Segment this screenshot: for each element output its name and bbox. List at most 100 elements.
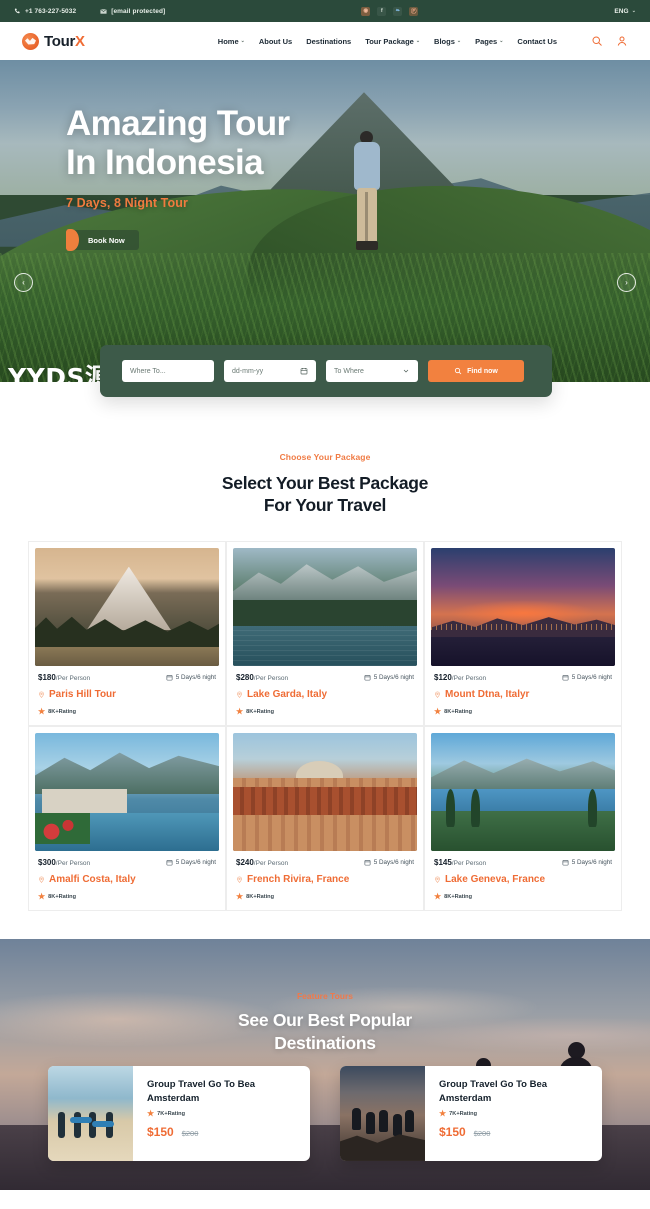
- header-actions: [591, 35, 628, 47]
- nav-item-pages[interactable]: Pages ⌄: [475, 37, 503, 46]
- pinterest-icon[interactable]: Ⓟ: [409, 6, 419, 16]
- nav-label: Tour Package: [365, 36, 414, 46]
- package-card[interactable]: $300/Per Person 5 Days/6 night Amalfi Co…: [28, 725, 226, 911]
- package-title[interactable]: Amalfi Costa, Italy: [38, 874, 216, 885]
- logo-text: TourX: [44, 32, 85, 50]
- star-icon: ★: [439, 1109, 447, 1119]
- language-selector[interactable]: ENG ⌄: [614, 8, 636, 15]
- packages-title: Select Your Best Package For Your Travel: [0, 472, 650, 517]
- nav-label: Pages: [475, 36, 498, 46]
- package-rating-label: 8K+Rating: [48, 893, 76, 900]
- package-card[interactable]: $280/Per Person 5 Days/6 night Lake Gard…: [226, 540, 424, 726]
- book-now-accent: [66, 229, 79, 252]
- package-price-unit: /Per Person: [451, 859, 487, 867]
- chevron-down-icon: [403, 369, 409, 373]
- package-price: $180/Per Person: [38, 672, 91, 682]
- package-rating-label: 8K+Rating: [444, 893, 472, 900]
- package-duration-label: 5 Days/6 night: [175, 673, 216, 681]
- book-now-button[interactable]: Book Now: [66, 229, 139, 252]
- nav-item-tour-package[interactable]: Tour Package ⌄: [365, 37, 420, 46]
- tour-search-form: Where To... dd-mm-yy To Where Find now: [100, 345, 552, 397]
- twitter-icon[interactable]: ❧: [393, 6, 403, 16]
- user-icon[interactable]: [616, 35, 628, 47]
- instagram-icon[interactable]: ◉: [361, 6, 371, 16]
- package-card[interactable]: $120/Per Person 5 Days/6 night Mount Dtn…: [424, 540, 622, 726]
- map-pin-icon: [39, 876, 44, 883]
- book-now-label: Book Now: [88, 235, 125, 245]
- feature-card-title-line1: Group Travel Go To Bea: [439, 1078, 548, 1090]
- nav-item-about-us[interactable]: About Us: [259, 37, 292, 46]
- map-pin-icon: [237, 691, 242, 698]
- calendar-icon: [562, 859, 569, 866]
- star-icon: ★: [434, 891, 442, 901]
- phone-icon: [14, 7, 20, 13]
- package-duration: 5 Days/6 night: [166, 859, 216, 866]
- feature-title-line2: Destinations: [274, 1032, 376, 1053]
- nav-item-home[interactable]: Home ⌄: [218, 37, 245, 46]
- logo[interactable]: TourX: [22, 32, 85, 50]
- nav-item-blogs[interactable]: Blogs ⌄: [434, 37, 461, 46]
- search-date-field[interactable]: dd-mm-yy: [224, 360, 316, 382]
- package-card[interactable]: $180/Per Person 5 Days/6 night Paris Hil…: [28, 540, 226, 726]
- facebook-icon[interactable]: f: [377, 6, 387, 16]
- feature-cards: Group Travel Go To Bea Amsterdam ★ 7K+Ra…: [0, 1065, 650, 1161]
- package-title[interactable]: Lake Garda, Italy: [236, 689, 414, 700]
- package-image: [35, 547, 219, 666]
- slider-next-arrow[interactable]: ›: [617, 273, 636, 292]
- package-duration-label: 5 Days/6 night: [175, 858, 216, 866]
- package-name: Lake Garda, Italy: [247, 688, 328, 700]
- star-icon: ★: [147, 1109, 155, 1119]
- package-rating: ★ 8K+Rating: [38, 892, 216, 901]
- contact-email[interactable]: [email protected]: [100, 8, 165, 15]
- logo-accent: X: [75, 32, 85, 50]
- feature-header: Feature Tours See Our Best Popular Desti…: [0, 939, 650, 1055]
- package-card[interactable]: $240/Per Person 5 Days/6 night French Ri…: [226, 725, 424, 911]
- search-to-where-select[interactable]: To Where: [326, 360, 418, 382]
- search-date-placeholder: dd-mm-yy: [232, 367, 264, 375]
- slider-prev-arrow[interactable]: ‹: [14, 273, 33, 292]
- feature-card-price: $150 $200: [439, 1125, 590, 1139]
- chevron-down-icon: ⌄: [456, 37, 462, 44]
- find-now-button[interactable]: Find now: [428, 360, 524, 382]
- package-rating: ★ 8K+Rating: [434, 891, 612, 901]
- package-price-unit: /Per Person: [55, 674, 91, 682]
- feature-card-title-line1: Group Travel Go To Bea: [147, 1078, 256, 1090]
- nav-label: Contact Us: [517, 36, 557, 46]
- search-to-where-placeholder: To Where: [334, 367, 364, 375]
- hero-subtitle: 7 Days, 8 Night Tour: [66, 196, 188, 211]
- calendar-icon: [166, 674, 173, 681]
- feature-card-title: Group Travel Go To Bea Amsterdam: [439, 1078, 590, 1106]
- language-label: ENG: [614, 7, 629, 15]
- social-links: ◉ f ❧ Ⓟ: [361, 6, 419, 16]
- feature-title-line1: See Our Best Popular: [238, 1009, 412, 1030]
- nav-item-contact-us[interactable]: Contact Us: [517, 37, 557, 46]
- package-price: $280/Per Person: [236, 672, 289, 682]
- feature-card-price-new: $150: [147, 1125, 174, 1140]
- star-icon: ★: [434, 706, 442, 716]
- feature-card-price-old: $200: [473, 1129, 491, 1139]
- feature-card-price: $150 $200: [147, 1125, 298, 1139]
- map-pin-icon: [435, 876, 440, 883]
- feature-card[interactable]: Group Travel Go To Bea Amsterdam ★ 7K+Ra…: [48, 1065, 310, 1161]
- package-title[interactable]: Paris Hill Tour: [38, 689, 216, 700]
- nav-item-destinations[interactable]: Destinations: [306, 37, 351, 46]
- package-duration: 5 Days/6 night: [562, 674, 612, 681]
- feature-card-rating: ★ 7K+Rating: [439, 1110, 590, 1118]
- package-price: $300/Per Person: [38, 857, 91, 867]
- package-name: Mount Dtna, Italyr: [445, 688, 530, 700]
- search-icon[interactable]: [591, 35, 603, 47]
- contact-phone[interactable]: +1 763-227-5032: [14, 8, 76, 15]
- star-icon: ★: [38, 706, 46, 716]
- package-title[interactable]: Mount Dtna, Italyr: [434, 689, 612, 700]
- feature-card[interactable]: Group Travel Go To Bea Amsterdam ★ 7K+Ra…: [340, 1065, 602, 1161]
- feature-card-rating-label: 7K+Rating: [449, 1111, 477, 1118]
- search-destination-field[interactable]: Where To...: [122, 360, 214, 382]
- package-title[interactable]: French Rivira, France: [236, 874, 414, 885]
- feature-eyebrow: Feature Tours: [296, 990, 354, 1001]
- calendar-icon: [166, 859, 173, 866]
- find-now-label: Find now: [467, 367, 498, 375]
- package-card[interactable]: $145/Per Person 5 Days/6 night Lake Gene…: [424, 725, 622, 911]
- main-navigation: Home ⌄ About Us Destinations Tour Package…: [218, 35, 628, 47]
- nav-label: Blogs: [434, 36, 455, 46]
- package-title[interactable]: Lake Geneva, France: [434, 874, 612, 885]
